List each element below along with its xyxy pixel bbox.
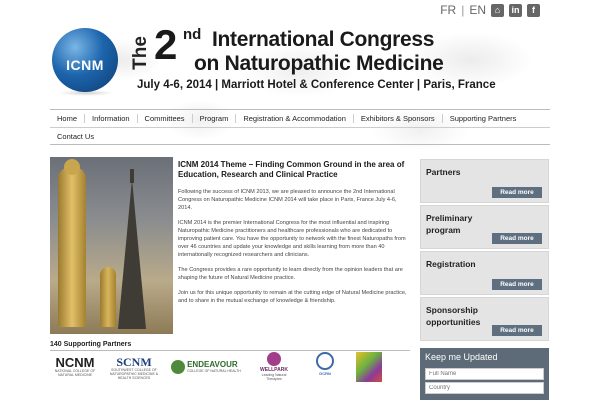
intro-article: ICNM 2014 Theme – Finding Common Ground … [178,160,410,312]
sidebar-box-partners: Partners Read more [420,159,549,203]
the-label: The [129,36,151,70]
sidebar-box-label: Partners [426,167,461,177]
partner-logo-name: ENDEAVOUR [187,360,238,369]
article-paragraph-3: The Congress provides a rare opportunity… [178,267,403,281]
sidebar-box-sponsorship: Sponsorship opportunities Read more [420,297,549,341]
facebook-icon[interactable]: f [527,3,540,17]
endeavour-leaf-icon [171,360,186,374]
article-title: ICNM 2014 Theme – Finding Common Ground … [178,160,405,179]
page-title-line2: on Naturopathic Medicine [194,52,444,75]
nav-item-information[interactable]: Information [85,114,138,123]
icnm-logo[interactable]: ICNM [52,28,118,92]
article-paragraph-4: Join us for this unique opportunity to r… [178,290,407,304]
partner-logo-name: GCRN [319,371,331,376]
article-paragraph-2: ICNM 2014 is the premier International C… [178,220,406,258]
nav-row-2: Contact Us [50,127,550,144]
endeavour-text: ENDEAVOUR COLLEGE OF NATURAL HEALTH [187,360,241,374]
nav-item-program[interactable]: Program [193,114,237,123]
country-input[interactable] [425,382,544,394]
partner-logo-wellpark[interactable]: WELLPARK Leading Natural Therapies [254,352,294,381]
partner-logo-colorful[interactable] [356,352,382,382]
partner-logo-name: NCNM [55,355,95,370]
partners-heading: 140 Supporting Partners [50,341,410,351]
partner-logo-sub: Leading Natural Therapies [261,373,287,381]
golden-statue-small [100,267,116,327]
eiffel-tower-shape [118,179,146,329]
lang-fr-link[interactable]: FR [440,3,456,17]
nav-item-contact[interactable]: Contact Us [50,132,101,141]
nav-row-1: Home Information Committees Program Regi… [50,110,550,127]
golden-statue [58,167,86,327]
sidebar-box-program: Preliminary program Read more [420,205,549,249]
wellpark-emblem-icon [267,352,281,366]
nav-item-registration[interactable]: Registration & Accommodation [236,114,354,123]
statue-head [64,159,80,175]
partner-logo-gcrn[interactable]: GCRN [308,352,342,376]
nav-item-exhibitors[interactable]: Exhibitors & Sponsors [354,114,443,123]
hero-image-eiffel-tower [50,157,173,334]
sidebar: Partners Read more Preliminary program R… [420,159,549,343]
site-header: ICNM The 2 nd International Congress on … [52,24,562,98]
logo-shadow [58,90,114,96]
nav-divider [50,144,550,145]
nav-item-supporting-partners[interactable]: Supporting Partners [443,114,524,123]
partner-logo-sub: COLLEGE OF NATURAL HEALTH [187,369,241,373]
event-details: July 4-6, 2014 | Marriott Hotel & Confer… [137,79,496,91]
full-name-input[interactable] [425,368,544,380]
partner-logo-endeavour[interactable]: ENDEAVOUR COLLEGE OF NATURAL HEALTH [166,360,246,374]
read-more-button[interactable]: Read more [492,279,542,290]
linkedin-icon[interactable]: in [509,3,522,17]
partner-logo-sub: SOUTHWEST COLLEGE OF NATUROPATHIC MEDICI… [109,368,159,380]
main-nav: Home Information Committees Program Regi… [50,109,550,145]
home-icon[interactable]: ⌂ [491,3,504,17]
sidebar-box-label: Registration [426,259,476,269]
partner-logo-sub: NATIONAL COLLEGE OF NATURAL MEDICINE [54,369,96,377]
article-paragraph-1: Following the success of ICNM 2013, we a… [178,189,397,211]
edition-number: 2 [154,21,178,68]
newsletter-title: Keep me Updated [425,352,498,362]
language-switcher: FR | EN ⌂ in f [440,3,540,17]
nav-item-committees[interactable]: Committees [138,114,193,123]
read-more-button[interactable]: Read more [492,233,542,244]
partner-logo-ncnm[interactable]: NCNM NATIONAL COLLEGE OF NATURAL MEDICIN… [50,356,100,377]
edition-suffix: nd [183,26,202,43]
read-more-button[interactable]: Read more [492,325,542,336]
newsletter-box: Keep me Updated [420,348,549,400]
sidebar-box-registration: Registration Read more [420,251,549,295]
read-more-button[interactable]: Read more [492,187,542,198]
page-title-line1: International Congress [212,28,435,51]
nav-item-home[interactable]: Home [50,114,86,123]
partner-logos: NCNM NATIONAL COLLEGE OF NATURAL MEDICIN… [50,352,410,400]
partner-logo-scnm[interactable]: SCNM SOUTHWEST COLLEGE OF NATUROPATHIC M… [108,356,160,380]
lang-en-link[interactable]: EN [469,3,486,17]
logo-text: ICNM [66,57,104,73]
partner-logo-name: SCNM [116,355,152,369]
lang-separator: | [461,3,465,17]
gcrn-emblem-icon [316,352,334,370]
